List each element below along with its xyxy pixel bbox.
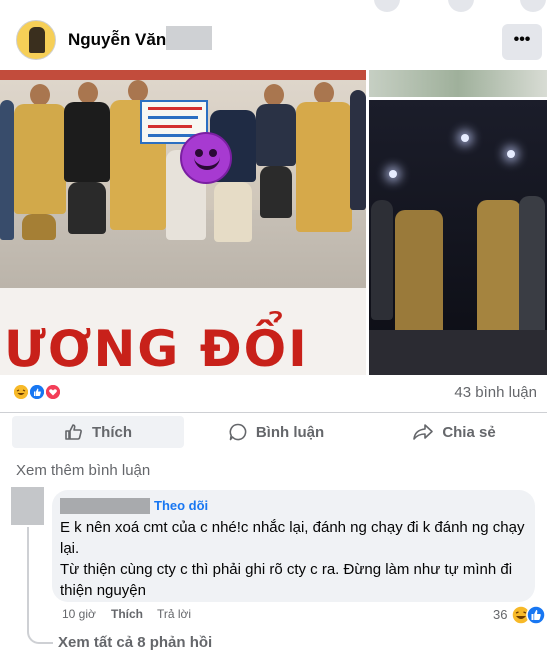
comment-like-link[interactable]: Thích (111, 607, 143, 621)
commenter-avatar[interactable] (11, 487, 44, 525)
comment-reaction-count: 36 (493, 607, 508, 622)
like-button-label: Thích (92, 423, 132, 441)
like-icon (526, 605, 546, 625)
love-icon (44, 383, 62, 401)
post-photo-side-top[interactable] (369, 70, 547, 97)
post-photo-main[interactable]: ƯƠNG ĐỔI (0, 70, 366, 375)
top-icon-3 (520, 0, 546, 12)
comment-bubble: Theo dõi E k nên xoá cmt của c nhé!c nhắ… (52, 490, 535, 602)
view-more-comments-link[interactable]: Xem thêm bình luận (16, 462, 150, 479)
like-button[interactable]: Thích (12, 416, 184, 448)
post-photo-grid[interactable]: ƯƠNG ĐỔI (0, 70, 547, 375)
reactions-summary[interactable]: 43 bình luận (0, 378, 547, 406)
more-options-button[interactable]: ••• (502, 24, 542, 60)
thumbs-up-icon (65, 424, 82, 440)
author-avatar[interactable] (16, 20, 56, 60)
share-button[interactable]: Chia sẻ (368, 416, 540, 448)
sign-text: ƯƠNG ĐỔI (4, 320, 309, 375)
see-all-replies-link[interactable]: Xem tất cả 8 phản hồi (58, 634, 212, 651)
reply-thread-line (27, 527, 53, 644)
comment-button-label: Bình luận (255, 423, 325, 441)
smiley-face-icon (180, 132, 232, 184)
commenter-name-redaction (60, 498, 150, 514)
follow-link[interactable]: Theo dõi (154, 498, 208, 513)
post-header: Nguyễn Văn ••• (0, 12, 547, 68)
comment-count-link[interactable]: 43 bình luận (454, 384, 537, 401)
share-arrow-icon (413, 424, 434, 440)
share-button-label: Chia sẻ (442, 423, 496, 441)
post-photo-side[interactable] (369, 100, 547, 375)
top-icon-2 (448, 0, 474, 12)
top-icon-1 (374, 0, 400, 12)
comment-line: E k nên xoá cmt của c nhé!c nhắc lại, đá… (60, 519, 525, 557)
post-actions-bar: Thích Bình luận Chia sẻ (0, 412, 547, 450)
author-name[interactable]: Nguyễn Văn (68, 30, 166, 50)
comment-time[interactable]: 10 giờ (62, 607, 96, 621)
top-edge (0, 0, 547, 12)
comment-line: Từ thiện cùng cty c thì phải ghi rõ cty … (60, 561, 513, 599)
comment-reply-link[interactable]: Trả lời (157, 607, 191, 621)
name-redaction (166, 26, 212, 50)
comment-text: E k nên xoá cmt của c nhé!c nhắc lại, đá… (60, 517, 526, 601)
comment-button[interactable]: Bình luận (190, 416, 362, 448)
comment-bubble-icon (229, 423, 247, 441)
